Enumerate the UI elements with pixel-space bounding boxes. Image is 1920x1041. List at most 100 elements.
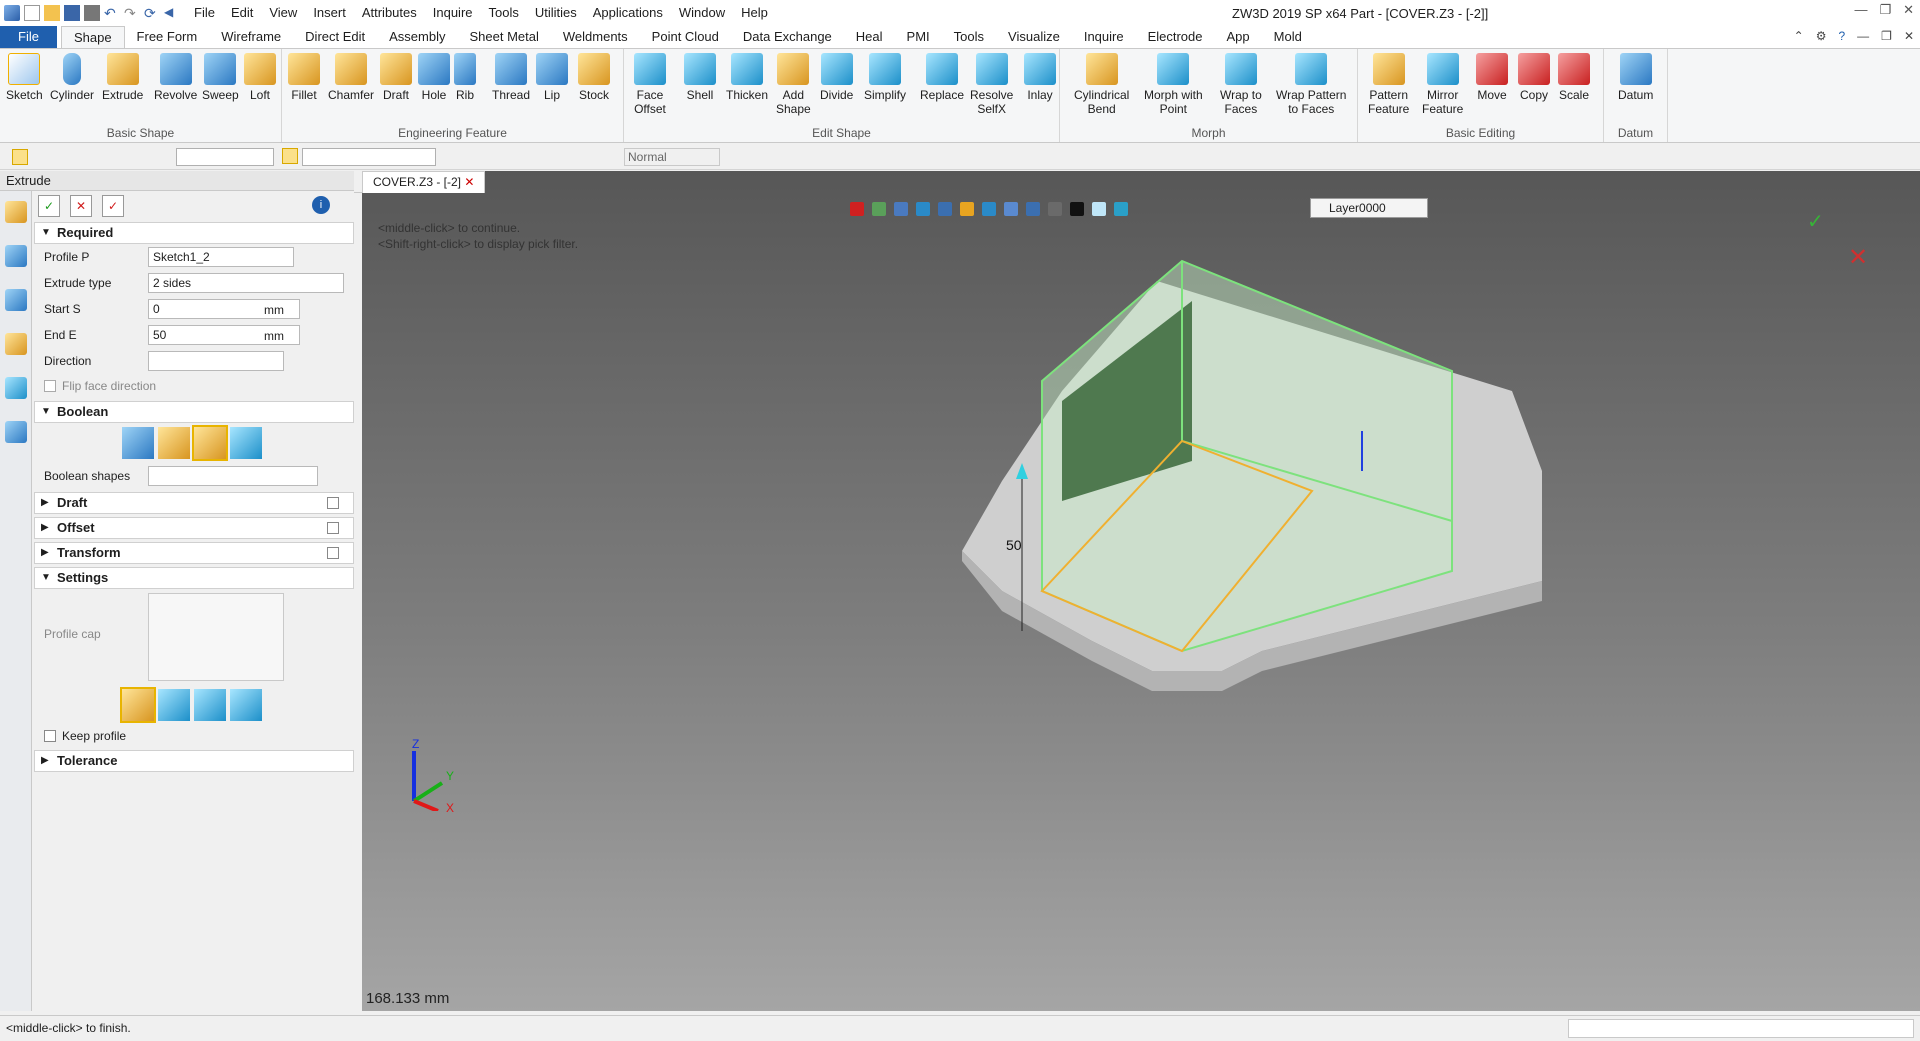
tab-weldments[interactable]: Weldments bbox=[551, 26, 640, 48]
section-transform[interactable]: ▶ Transform bbox=[34, 542, 354, 564]
sweep-button[interactable]: Sweep bbox=[202, 53, 239, 102]
section-required[interactable]: ▼ Required bbox=[34, 222, 354, 244]
morph-with-point-button[interactable]: Morph with Point bbox=[1144, 53, 1203, 116]
menu-file[interactable]: File bbox=[186, 0, 223, 26]
menu-applications[interactable]: Applications bbox=[585, 0, 671, 26]
back-icon[interactable]: ◀ bbox=[164, 5, 180, 21]
close-button[interactable]: ✕ bbox=[1903, 2, 1914, 18]
cancel-button[interactable]: ✕ bbox=[70, 195, 92, 217]
pattern-feature-button[interactable]: Pattern Feature bbox=[1368, 53, 1409, 116]
menu-utilities[interactable]: Utilities bbox=[527, 0, 585, 26]
user-icon[interactable] bbox=[5, 421, 27, 443]
cap-both-icon[interactable] bbox=[120, 687, 156, 723]
render-style-icon[interactable] bbox=[1114, 202, 1128, 216]
undo-icon[interactable]: ↶ bbox=[104, 5, 120, 21]
restore-button[interactable]: ❐ bbox=[1879, 2, 1891, 18]
menu-tools[interactable]: Tools bbox=[481, 0, 527, 26]
boolean-shapes-field[interactable] bbox=[148, 466, 318, 486]
info-icon[interactable]: i bbox=[312, 196, 330, 214]
layer-select[interactable]: Layer0000 bbox=[1310, 198, 1428, 218]
view-cube-icon[interactable] bbox=[938, 202, 952, 216]
extrude-button[interactable]: Extrude bbox=[102, 53, 143, 102]
pick-dropdown[interactable] bbox=[302, 148, 436, 166]
menu-inquire[interactable]: Inquire bbox=[425, 0, 481, 26]
simplify-button[interactable]: Simplify bbox=[864, 53, 906, 102]
tab-file[interactable]: File bbox=[0, 26, 57, 48]
move-button[interactable]: Move bbox=[1476, 53, 1508, 102]
filter-dropdown[interactable] bbox=[176, 148, 274, 166]
lip-button[interactable]: Lip bbox=[536, 53, 568, 102]
extrude-type-select[interactable]: 2 sides bbox=[148, 273, 344, 293]
pick-arrow-icon[interactable] bbox=[12, 149, 28, 165]
transform-checkbox[interactable] bbox=[327, 547, 339, 559]
add-boolean-icon[interactable] bbox=[158, 427, 190, 459]
screen-icon[interactable] bbox=[1048, 202, 1062, 216]
scale-button[interactable]: Scale bbox=[1558, 53, 1590, 102]
menu-edit[interactable]: Edit bbox=[223, 0, 261, 26]
ok-button[interactable]: ✓ bbox=[38, 195, 60, 217]
doc-close-button[interactable]: ✕ bbox=[1904, 29, 1914, 43]
3d-viewport[interactable]: 50 Z Y X ✓ ✕ bbox=[362, 171, 1920, 1011]
save-icon[interactable] bbox=[64, 5, 80, 21]
cylindrical-bend-button[interactable]: Cylindrical Bend bbox=[1074, 53, 1129, 116]
doc-minimize-button[interactable]: — bbox=[1857, 29, 1869, 43]
collapse-ribbon-icon[interactable]: ⌃ bbox=[1794, 29, 1804, 43]
tab-point-cloud[interactable]: Point Cloud bbox=[640, 26, 731, 48]
material-icon[interactable] bbox=[1092, 202, 1106, 216]
doc-restore-button[interactable]: ❐ bbox=[1881, 29, 1892, 43]
menu-attributes[interactable]: Attributes bbox=[354, 0, 425, 26]
wrap-pattern-button[interactable]: Wrap Pattern to Faces bbox=[1276, 53, 1346, 116]
render-mode-dropdown[interactable]: Normal bbox=[624, 148, 720, 166]
tab-free-form[interactable]: Free Form bbox=[125, 26, 210, 48]
cap-bottom-icon[interactable] bbox=[194, 689, 226, 721]
fillet-button[interactable]: Fillet bbox=[288, 53, 320, 102]
assembly-icon[interactable] bbox=[5, 289, 27, 311]
shell-button[interactable]: Shell bbox=[684, 53, 716, 102]
copy-button[interactable]: Copy bbox=[1518, 53, 1550, 102]
sketch-view-icon[interactable] bbox=[894, 202, 908, 216]
settings-gear-icon[interactable]: ⚙ bbox=[1816, 29, 1827, 43]
replace-button[interactable]: Replace bbox=[920, 53, 964, 102]
profile-cap-list[interactable] bbox=[148, 593, 284, 681]
print-icon[interactable] bbox=[84, 5, 100, 21]
draft-checkbox[interactable] bbox=[327, 497, 339, 509]
menu-view[interactable]: View bbox=[261, 0, 305, 26]
cap-none-icon[interactable] bbox=[230, 689, 262, 721]
section-boolean[interactable]: ▼ Boolean bbox=[34, 401, 354, 423]
app-logo-icon[interactable] bbox=[4, 5, 20, 21]
help-icon[interactable]: ? bbox=[1838, 29, 1845, 43]
datum-button[interactable]: Datum bbox=[1618, 53, 1653, 102]
close-tab-icon[interactable]: ✕ bbox=[464, 175, 474, 189]
refresh-icon[interactable]: ⟳ bbox=[144, 5, 160, 21]
filter-icon[interactable] bbox=[282, 148, 298, 164]
flip-checkbox[interactable] bbox=[44, 380, 56, 392]
tab-tools[interactable]: Tools bbox=[942, 26, 996, 48]
tab-pmi[interactable]: PMI bbox=[895, 26, 942, 48]
add-shape-button[interactable]: Add Shape bbox=[776, 53, 811, 116]
minimize-button[interactable]: — bbox=[1854, 2, 1867, 18]
cap-top-icon[interactable] bbox=[158, 689, 190, 721]
tab-heal[interactable]: Heal bbox=[844, 26, 895, 48]
remove-boolean-icon[interactable] bbox=[192, 425, 228, 461]
tab-app[interactable]: App bbox=[1215, 26, 1262, 48]
history-icon[interactable] bbox=[5, 201, 27, 223]
mirror-feature-button[interactable]: Mirror Feature bbox=[1422, 53, 1463, 116]
revolve-button[interactable]: Revolve bbox=[154, 53, 197, 102]
command-input[interactable] bbox=[1568, 1019, 1914, 1038]
viewport-cancel-icon[interactable]: ✕ bbox=[1848, 243, 1868, 272]
parts-icon[interactable] bbox=[5, 333, 27, 355]
tab-inquire[interactable]: Inquire bbox=[1072, 26, 1136, 48]
tab-direct-edit[interactable]: Direct Edit bbox=[293, 26, 377, 48]
new-file-icon[interactable] bbox=[24, 5, 40, 21]
offset-checkbox[interactable] bbox=[327, 522, 339, 534]
base-boolean-icon[interactable] bbox=[122, 427, 154, 459]
tab-electrode[interactable]: Electrode bbox=[1136, 26, 1215, 48]
tab-assembly[interactable]: Assembly bbox=[377, 26, 457, 48]
display-icon[interactable] bbox=[960, 202, 974, 216]
shaded-icon[interactable] bbox=[916, 202, 930, 216]
dimension-label[interactable]: 50 bbox=[1006, 537, 1022, 553]
clip-icon[interactable] bbox=[1026, 202, 1040, 216]
profile-field[interactable]: Sketch1_2 bbox=[148, 247, 294, 267]
resolve-selfx-button[interactable]: Resolve SelfX bbox=[970, 53, 1013, 116]
section-offset[interactable]: ▶ Offset bbox=[34, 517, 354, 539]
